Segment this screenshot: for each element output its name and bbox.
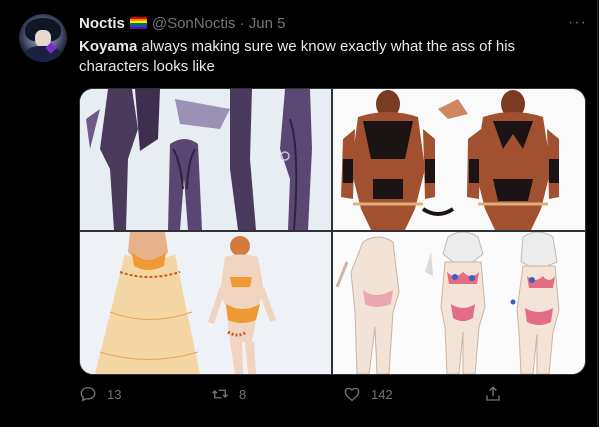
like-button[interactable]: 142 xyxy=(343,385,393,403)
reply-icon xyxy=(80,386,96,402)
author-handle[interactable]: @SonNoctis xyxy=(152,15,236,32)
reply-count: 13 xyxy=(107,386,122,402)
tweet-text-body: always making sure we know exactly what … xyxy=(79,38,516,75)
more-options-icon[interactable]: ··· xyxy=(568,14,587,32)
media-image-1[interactable] xyxy=(80,89,331,230)
media-image-3-art xyxy=(80,232,331,374)
media-image-2-art xyxy=(333,89,585,230)
share-icon xyxy=(486,386,500,401)
tweet-header: Noctis @SonNoctis · Jun 5 xyxy=(79,15,285,33)
media-image-1-art xyxy=(80,89,331,230)
media-image-4-art xyxy=(333,232,585,374)
tweet-actions: 13 8 142 xyxy=(79,385,579,409)
heart-icon xyxy=(344,387,360,402)
tweet-text-bold: Koyama xyxy=(79,38,138,55)
media-image-4[interactable] xyxy=(333,232,585,374)
tweet[interactable]: Noctis @SonNoctis · Jun 5 ··· Koyama alw… xyxy=(0,0,598,427)
avatar[interactable] xyxy=(19,14,67,62)
media-image-3[interactable] xyxy=(80,232,331,374)
retweet-icon xyxy=(212,389,228,399)
share-button[interactable] xyxy=(484,385,512,403)
reply-button[interactable]: 13 xyxy=(79,385,121,403)
separator-dot: · xyxy=(239,15,245,32)
tweet-date[interactable]: Jun 5 xyxy=(249,15,286,32)
media-grid[interactable] xyxy=(79,88,586,375)
author-name[interactable]: Noctis xyxy=(79,15,125,32)
like-count: 142 xyxy=(371,386,393,402)
rainbow-flag-icon xyxy=(129,17,147,29)
retweet-button[interactable]: 8 xyxy=(211,385,246,403)
media-image-2[interactable] xyxy=(333,89,585,230)
retweet-count: 8 xyxy=(239,386,247,402)
tweet-text: Koyama always making sure we know exactl… xyxy=(79,37,579,77)
